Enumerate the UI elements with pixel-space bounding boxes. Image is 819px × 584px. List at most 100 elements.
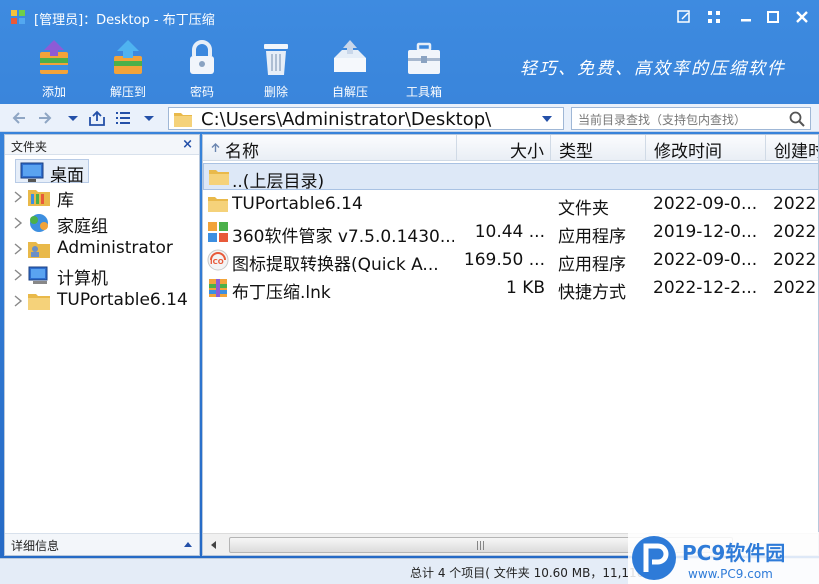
path-text: C:\Users\Administrator\Desktop\ xyxy=(201,109,492,130)
chevron-down-icon xyxy=(68,116,78,121)
self-extract-icon xyxy=(334,40,366,72)
file-name: 图标提取转换器(Quick A... xyxy=(232,255,439,275)
column-modified-label: 修改时间 xyxy=(654,142,722,161)
toolbox-button[interactable]: 工具箱 xyxy=(394,38,454,102)
search-icon[interactable] xyxy=(788,110,806,128)
tree-label: TUPortable6.14 xyxy=(57,290,188,310)
tree-label: 家庭组 xyxy=(57,217,108,237)
settings-button[interactable] xyxy=(706,9,722,25)
extract-to-label: 解压到 xyxy=(109,85,146,99)
history-dropdown-button[interactable] xyxy=(64,109,82,127)
folder-icon xyxy=(208,197,228,212)
file-type: 应用程序 xyxy=(558,227,626,247)
file-name: 布丁压缩.lnk xyxy=(232,283,331,303)
forward-button[interactable] xyxy=(36,109,54,127)
column-type[interactable]: 类型 xyxy=(551,135,646,161)
close-tree-button[interactable]: × xyxy=(182,137,193,152)
self-extract-button[interactable]: 自解压 xyxy=(320,38,380,102)
tree-item-desktop[interactable]: 桌面 xyxy=(15,159,89,186)
tree-item-library[interactable]: 库 xyxy=(13,185,197,211)
maximize-button[interactable] xyxy=(765,9,781,25)
details-toggle[interactable]: 详细信息 xyxy=(5,533,199,555)
address-bar: C:\Users\Administrator\Desktop\ 当前目录查找（支… xyxy=(0,104,819,132)
parent-directory-row[interactable]: ..(上层目录) xyxy=(203,163,818,192)
chevron-up-icon xyxy=(184,542,192,547)
edit-button[interactable] xyxy=(676,9,692,25)
file-name: TUPortable6.14 xyxy=(232,194,363,214)
extract-to-icon xyxy=(114,40,142,74)
view-dropdown-button[interactable] xyxy=(140,109,158,127)
column-name[interactable]: 名称 xyxy=(203,135,457,161)
lock-icon xyxy=(190,40,214,74)
app-logo-icon xyxy=(11,10,25,24)
watermark-url: www.PC9.com xyxy=(688,567,773,581)
trash-icon xyxy=(264,44,288,75)
parent-directory-label: ..(上层目录) xyxy=(232,172,325,192)
column-size[interactable]: 大小 xyxy=(457,135,551,161)
chevron-down-icon xyxy=(144,116,154,121)
folder-tree-header: 文件夹 × xyxy=(5,135,199,155)
table-row[interactable]: ICO 图标提取转换器(Quick A... 169.50 ... 应用程序 2… xyxy=(203,247,818,275)
add-button[interactable]: 添加 xyxy=(24,38,84,102)
tree-item-administrator[interactable]: Administrator xyxy=(13,237,197,261)
delete-button[interactable]: 删除 xyxy=(246,38,306,102)
pc9-watermark: PC9软件园 www.PC9.com xyxy=(628,532,819,584)
tree-label: 库 xyxy=(57,191,74,211)
path-dropdown-icon[interactable] xyxy=(541,114,553,124)
column-modified[interactable]: 修改时间 xyxy=(646,135,766,161)
minimize-icon xyxy=(741,19,751,22)
folder-tree-title: 文件夹 xyxy=(11,140,48,154)
table-row[interactable]: 布丁压缩.lnk 1 KB 快捷方式 2022-12-2... 2022 xyxy=(203,275,818,303)
settings-icon xyxy=(708,11,720,23)
search-placeholder: 当前目录查找（支持包内查找） xyxy=(578,113,747,127)
tree-item-homegroup[interactable]: 家庭组 xyxy=(13,211,197,237)
folder-tree-panel: 文件夹 × 桌面 库 家庭组 Administrator 计算机 TUPorta… xyxy=(4,134,200,556)
archive-shortcut-icon xyxy=(209,279,227,297)
scroll-left-icon[interactable] xyxy=(209,540,217,550)
view-mode-button[interactable] xyxy=(114,109,132,127)
title-bar[interactable]: [管理员]：Desktop - 布丁压缩 xyxy=(0,0,819,34)
window-title: [管理员]：Desktop - 布丁压缩 xyxy=(34,13,215,28)
expand-arrow-icon[interactable] xyxy=(13,269,23,281)
add-archive-icon xyxy=(40,40,68,74)
folder-icon xyxy=(174,113,192,127)
delete-label: 删除 xyxy=(263,85,288,99)
sort-asc-icon xyxy=(211,143,220,152)
up-level-button[interactable] xyxy=(88,109,106,127)
ico-extractor-icon: ICO xyxy=(207,249,229,271)
tree-label: Administrator xyxy=(57,238,173,258)
path-input[interactable]: C:\Users\Administrator\Desktop\ xyxy=(168,107,564,130)
back-button[interactable] xyxy=(10,109,28,127)
table-row[interactable]: 360软件管家 v7.5.0.1430... 10.44 ... 应用程序 20… xyxy=(203,219,818,247)
forward-arrow-icon xyxy=(39,112,52,124)
file-size: 1 KB xyxy=(505,278,545,298)
close-button[interactable] xyxy=(794,9,810,25)
expand-arrow-icon[interactable] xyxy=(13,243,23,255)
tree-item-computer[interactable]: 计算机 xyxy=(13,263,197,289)
file-type: 应用程序 xyxy=(558,255,626,275)
tree-item-tuportable[interactable]: TUPortable6.14 xyxy=(13,289,197,313)
homegroup-icon xyxy=(30,214,48,232)
column-type-label: 类型 xyxy=(559,142,593,161)
table-row[interactable]: TUPortable6.14 文件夹 2022-09-0... 2022 xyxy=(203,191,818,219)
folder-icon xyxy=(209,170,229,185)
password-button[interactable]: 密码 xyxy=(172,38,232,102)
expand-arrow-icon[interactable] xyxy=(13,217,23,229)
up-folder-icon xyxy=(89,110,105,126)
file-list-panel: 名称 大小 类型 修改时间 创建时 ..(上层目录) TUPortable6.1… xyxy=(202,134,819,556)
column-created[interactable]: 创建时 xyxy=(766,135,818,161)
expand-arrow-icon[interactable] xyxy=(13,191,23,203)
file-modified: 2022-12-2... xyxy=(653,278,758,298)
search-input[interactable]: 当前目录查找（支持包内查找） xyxy=(571,107,811,130)
extract-to-button[interactable]: 解压到 xyxy=(98,38,158,102)
file-size: 169.50 ... xyxy=(463,250,545,270)
file-size: 10.44 ... xyxy=(474,222,545,242)
grip-icon: ||| xyxy=(476,541,486,551)
watermark-brand: PC9软件园 xyxy=(682,541,785,565)
minimize-button[interactable] xyxy=(738,9,754,25)
file-type: 快捷方式 xyxy=(558,283,626,303)
expand-arrow-icon[interactable] xyxy=(13,295,23,307)
password-label: 密码 xyxy=(189,85,214,99)
computer-icon xyxy=(28,266,48,284)
tree-label: 计算机 xyxy=(57,269,108,289)
